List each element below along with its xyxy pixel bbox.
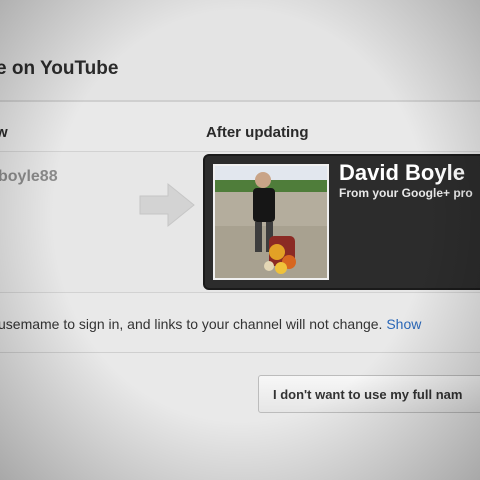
preview-name: David Boyle [339,160,465,185]
info-text: usemame to sign in, and links to your ch… [0,316,421,332]
preview-subtitle: From your Google+ pro [339,186,473,200]
current-username: boyle88 [0,168,58,185]
divider [0,352,480,353]
info-message: usemame to sign in, and links to your ch… [0,316,383,332]
avatar-photo [215,166,327,278]
column-header-after: After updating [206,124,309,141]
show-link[interactable]: Show [386,316,421,332]
youtube-name-dialog: e on YouTube w After updating boyle88 Da… [0,0,480,480]
column-header-now: w [0,124,8,141]
decline-full-name-button[interactable]: I don't want to use my full nam [258,375,480,413]
dialog-title: e on YouTube [0,58,119,79]
arrow-right-icon [139,182,195,228]
dialog-header: e on YouTube [0,0,480,102]
avatar [213,164,329,280]
